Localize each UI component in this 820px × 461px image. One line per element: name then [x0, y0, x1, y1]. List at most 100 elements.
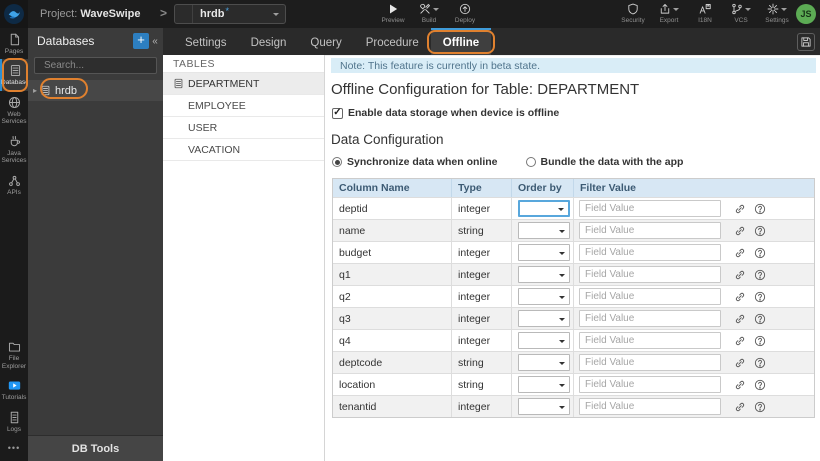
filter-value-input[interactable]: [579, 354, 721, 371]
database-selector-dropdown[interactable]: hrdb *: [174, 4, 286, 24]
vcs-button[interactable]: VCS: [726, 2, 756, 24]
order-by-select[interactable]: [518, 266, 570, 283]
radio-unselected-icon[interactable]: [525, 157, 536, 167]
help-icon[interactable]: [754, 203, 766, 215]
order-by-select[interactable]: [518, 200, 570, 217]
checkbox-checked-icon[interactable]: ✓: [332, 107, 343, 119]
link-icon[interactable]: [734, 401, 746, 413]
sidebar-item-tutorials[interactable]: Tutorials: [0, 374, 28, 405]
database-item-hrdb[interactable]: ▸ hrdb: [28, 78, 163, 101]
wavemaker-logo[interactable]: [0, 0, 28, 28]
help-icon[interactable]: [754, 313, 766, 325]
sidebar-item-logs[interactable]: Logs: [0, 406, 28, 437]
tab-settings[interactable]: Settings: [173, 28, 239, 55]
sidebar-overflow-button[interactable]: •••: [0, 437, 28, 461]
link-icon[interactable]: [734, 335, 746, 347]
vcs-icon: [731, 3, 743, 15]
tree-expander-icon[interactable]: ▸: [33, 86, 37, 95]
database-icon: [175, 5, 193, 23]
sidebar-item-file-explorer[interactable]: File Explorer: [0, 335, 28, 374]
tab-offline[interactable]: Offline: [426, 28, 496, 55]
security-button[interactable]: Security: [618, 2, 648, 24]
db-tools-button[interactable]: DB Tools: [28, 435, 163, 461]
save-button[interactable]: [797, 32, 815, 51]
order-by-select[interactable]: [518, 332, 570, 349]
radio-selected-icon[interactable]: [332, 157, 342, 167]
enable-offline-storage-option[interactable]: ✓ Enable data storage when device is off…: [332, 107, 820, 119]
filter-value-input[interactable]: [579, 332, 721, 349]
order-by-select[interactable]: [518, 376, 570, 393]
sidebar-item-java-services[interactable]: Java Services: [0, 130, 28, 169]
table-icon: [172, 78, 185, 89]
user-avatar[interactable]: JS: [796, 4, 816, 24]
link-icon[interactable]: [734, 203, 746, 215]
filter-value-input[interactable]: [579, 266, 721, 283]
add-database-button[interactable]: +: [133, 33, 149, 49]
link-icon[interactable]: [734, 357, 746, 369]
preview-button[interactable]: Preview: [378, 2, 408, 24]
column-config-row: name string: [333, 219, 814, 241]
database-search-input[interactable]: [44, 60, 151, 71]
order-by-select[interactable]: [518, 244, 570, 261]
help-icon[interactable]: [754, 335, 766, 347]
order-by-cell: [512, 374, 574, 395]
order-by-select[interactable]: [518, 288, 570, 305]
database-icon: [40, 85, 51, 96]
help-icon[interactable]: [754, 379, 766, 391]
column-type-cell: string: [452, 352, 512, 373]
sidebar-item-pages[interactable]: Pages: [0, 28, 28, 59]
databases-panel: Databases + « ▸ hrdb DB Tools: [28, 28, 163, 461]
order-by-select[interactable]: [518, 354, 570, 371]
sync-option-label: Bundle the data with the app: [540, 156, 684, 168]
tab-label: Query: [310, 36, 342, 49]
sidebar-item-databases[interactable]: Databases: [0, 58, 32, 92]
table-item-employee[interactable]: EMPLOYEE: [163, 95, 324, 117]
sync-option-0[interactable]: Synchronize data when online: [332, 156, 498, 168]
tab-design[interactable]: Design: [239, 28, 299, 55]
i18n-label: I18N: [698, 17, 712, 24]
table-item-department[interactable]: DEPARTMENT: [163, 73, 324, 95]
link-icon[interactable]: [734, 225, 746, 237]
help-icon[interactable]: [754, 291, 766, 303]
table-item-vacation[interactable]: VACATION: [163, 139, 324, 161]
help-icon[interactable]: [754, 401, 766, 413]
settings-button[interactable]: Settings: [762, 2, 792, 24]
filter-value-input[interactable]: [579, 288, 721, 305]
filter-value-input[interactable]: [579, 376, 721, 393]
sidebar-item-apis[interactable]: APIs: [0, 169, 28, 200]
filter-value-input[interactable]: [579, 200, 721, 217]
build-button[interactable]: Build: [414, 2, 444, 24]
i18n-button[interactable]: I18N: [690, 2, 720, 24]
column-config-row: deptid integer: [333, 197, 814, 219]
sidebar-item-label: APIs: [7, 188, 21, 196]
order-by-select[interactable]: [518, 398, 570, 415]
link-icon[interactable]: [734, 379, 746, 391]
deploy-button[interactable]: Deploy: [450, 2, 480, 24]
link-icon[interactable]: [734, 291, 746, 303]
help-icon[interactable]: [754, 357, 766, 369]
link-icon[interactable]: [734, 313, 746, 325]
order-by-cell: [512, 242, 574, 263]
order-by-select[interactable]: [518, 222, 570, 239]
sync-option-1[interactable]: Bundle the data with the app: [525, 156, 684, 168]
tab-label: Design: [250, 36, 287, 49]
help-icon[interactable]: [754, 269, 766, 281]
help-icon[interactable]: [754, 247, 766, 259]
shield-icon: [627, 3, 639, 15]
sidebar-item-web-services[interactable]: Web Services: [0, 91, 28, 130]
filter-value-input[interactable]: [579, 222, 721, 239]
filter-value-input[interactable]: [579, 244, 721, 261]
link-icon[interactable]: [734, 269, 746, 281]
link-icon[interactable]: [734, 247, 746, 259]
java-icon: [8, 135, 21, 148]
export-button[interactable]: Export: [654, 2, 684, 24]
help-icon[interactable]: [754, 225, 766, 237]
table-item-user[interactable]: USER: [163, 117, 324, 139]
filter-value-input[interactable]: [579, 310, 721, 327]
column-type-cell: integer: [452, 198, 512, 219]
filter-value-input[interactable]: [579, 398, 721, 415]
tab-query[interactable]: Query: [298, 28, 353, 55]
collapse-panel-button[interactable]: «: [149, 36, 161, 47]
order-by-select[interactable]: [518, 310, 570, 327]
tab-procedure[interactable]: Procedure: [354, 28, 431, 55]
